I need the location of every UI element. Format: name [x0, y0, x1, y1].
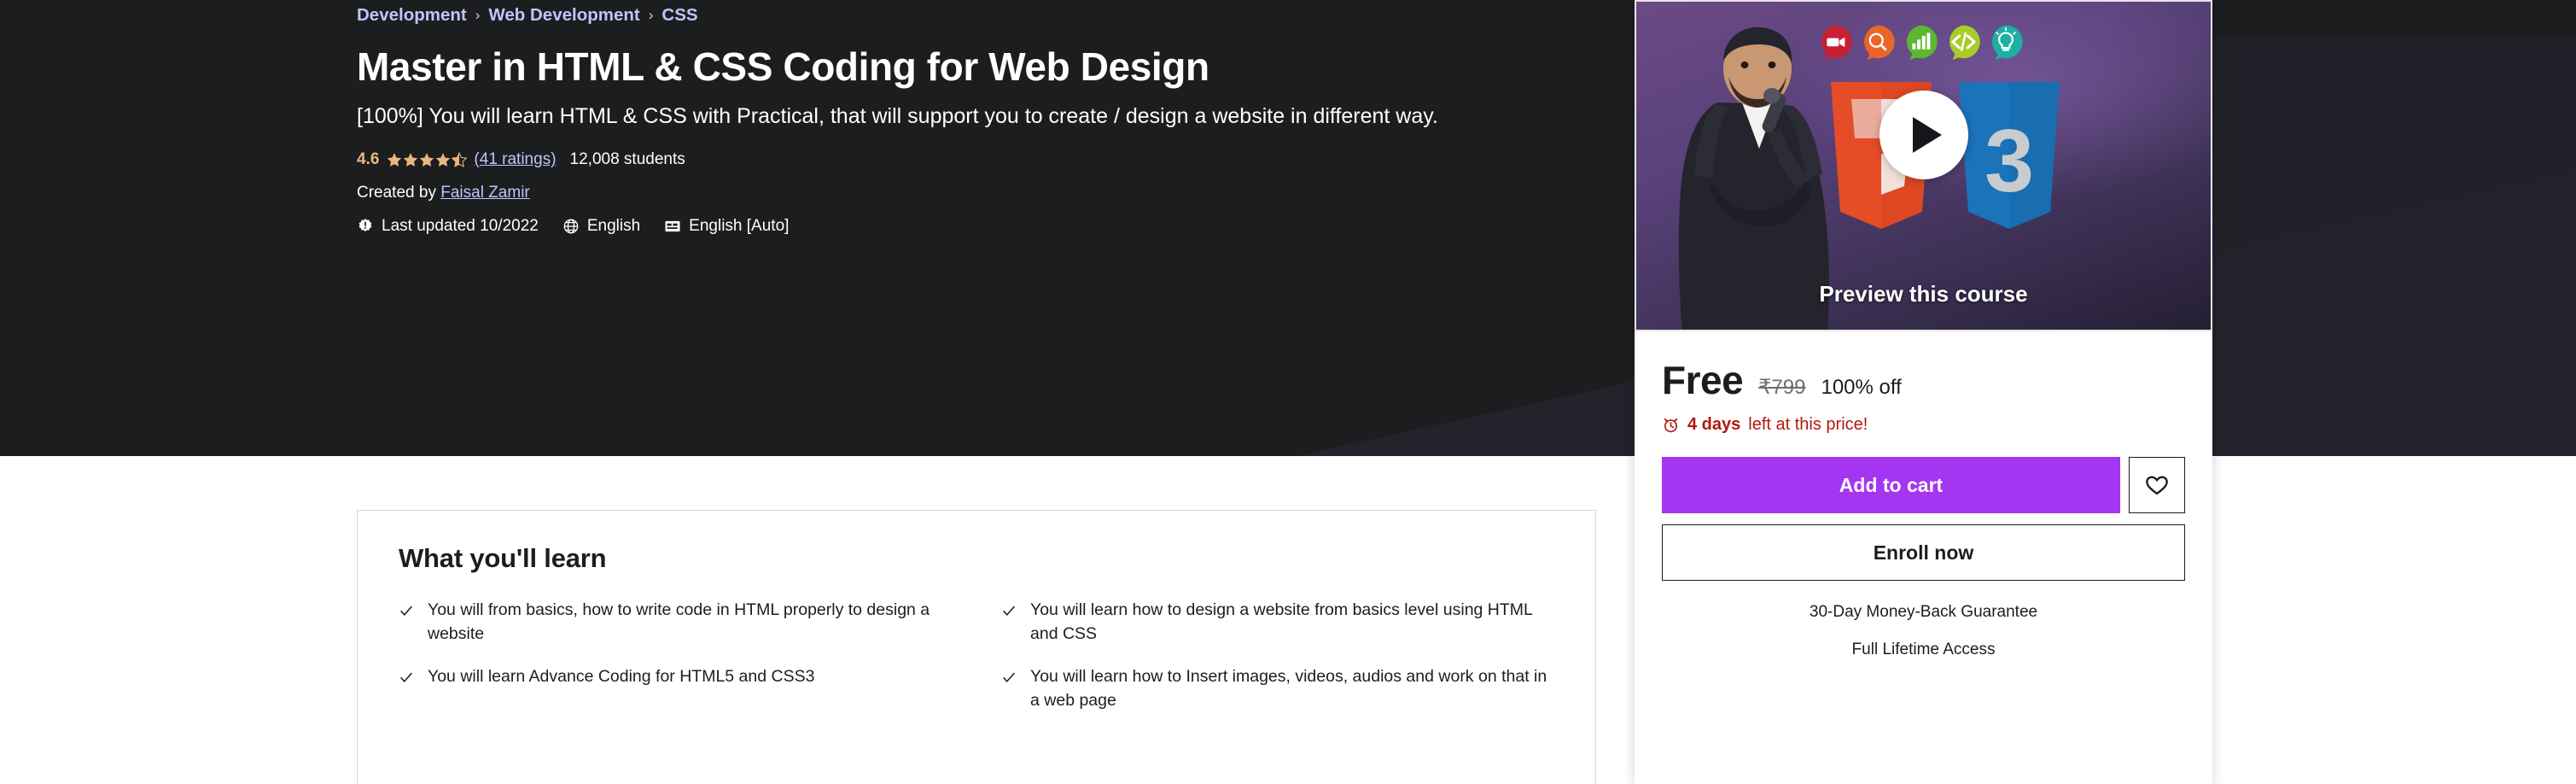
ratings-count-link[interactable]: (41 ratings): [474, 150, 556, 169]
play-triangle-icon: [1913, 117, 1942, 153]
meta-last-updated: Last updated 10/2022: [357, 217, 539, 236]
star-icon: [420, 152, 434, 167]
urgency-text: left at this price!: [1748, 415, 1868, 434]
learn-item-text: You will from basics, how to write code …: [428, 600, 930, 644]
what-you-will-learn-heading: What you'll learn: [399, 543, 607, 573]
breadcrumb-item-web-development[interactable]: Web Development: [488, 5, 639, 26]
students-count: 12,008 students: [569, 149, 685, 168]
meta-captions: English [Auto]: [664, 217, 789, 236]
course-landing-page: Development › Web Development › CSS Mast…: [0, 0, 2576, 784]
purchase-card: 3 Preview this course Free ₹799 100% off: [1635, 0, 2212, 784]
lightbulb-bubble-icon: [1992, 25, 2023, 60]
check-icon: [400, 606, 412, 617]
star-icon: [388, 152, 402, 167]
rating-value: 4.6: [357, 149, 380, 168]
bar-chart-bubble-icon: [1907, 25, 1938, 60]
wishlist-button[interactable]: [2129, 457, 2185, 513]
learn-items-grid: You will from basics, how to write code …: [399, 598, 1554, 712]
breadcrumb-item-development[interactable]: Development: [357, 5, 467, 26]
half-star-icon: [452, 151, 468, 167]
meta-language: English: [562, 217, 640, 236]
check-icon: [1003, 672, 1015, 683]
lifetime-access-label: Full Lifetime Access: [1851, 641, 1996, 658]
learn-item: You will learn how to Insert images, vid…: [1001, 664, 1554, 712]
course-preview-video[interactable]: 3 Preview this course: [1635, 0, 2212, 331]
breadcrumb-separator: ›: [648, 6, 654, 23]
preview-bubble-icons: [1817, 24, 2024, 60]
video-camera-bubble-icon: [1821, 25, 1852, 60]
learn-item-text: You will learn how to design a website f…: [1030, 600, 1533, 644]
alarm-clock-icon: [1664, 418, 1678, 433]
star-icon: [404, 152, 418, 167]
preview-label: Preview this course: [1819, 281, 2028, 307]
money-back-guarantee: 30-Day Money-Back Guarantee: [1809, 603, 2038, 621]
price-urgency: 4 days left at this price!: [1662, 415, 2185, 435]
learn-item: You will learn Advance Coding for HTML5 …: [399, 664, 952, 712]
learn-item-text: You will learn Advance Coding for HTML5 …: [428, 667, 815, 687]
play-button[interactable]: [1879, 91, 1968, 179]
course-subtitle: [100%] You will learn HTML & CSS with Pr…: [357, 104, 1438, 129]
course-meta-row: Last updated 10/2022 English English [Au…: [357, 217, 1611, 236]
price-row: Free ₹799 100% off: [1662, 357, 2185, 403]
star-rating: [387, 151, 468, 167]
enroll-now-button[interactable]: Enroll now: [1662, 524, 2185, 581]
heart-icon: [2146, 476, 2168, 495]
badge-alert-icon: [358, 218, 372, 231]
urgency-days: 4 days: [1687, 415, 1741, 434]
created-by-label: Created by: [357, 183, 436, 202]
price-discount: 100% off: [1821, 376, 1902, 399]
magnifier-bubble-icon: [1864, 25, 1895, 60]
code-brackets-bubble-icon: [1949, 25, 1980, 60]
breadcrumb-item-css[interactable]: CSS: [661, 5, 697, 26]
meta-language-label: English: [586, 216, 641, 235]
created-by-row: Created by Faisal Zamir: [357, 184, 1611, 202]
add-to-cart-button[interactable]: Add to cart: [1662, 457, 2120, 513]
meta-last-updated-label: Last updated 10/2022: [382, 216, 539, 235]
star-icon: [436, 152, 451, 167]
price-original: ₹799: [1758, 376, 1806, 399]
learn-item: You will learn how to design a website f…: [1001, 598, 1554, 646]
instructor-link[interactable]: Faisal Zamir: [440, 184, 530, 202]
css3-logo: 3: [1959, 82, 2060, 229]
learn-item-text: You will learn how to Insert images, vid…: [1030, 667, 1547, 711]
closed-caption-icon: [665, 220, 680, 232]
learn-item: You will from basics, how to write code …: [399, 598, 952, 646]
what-you-will-learn-section: What you'll learn You will from basics, …: [357, 510, 1596, 784]
cta-row: Add to cart: [1662, 457, 2185, 513]
course-title: Master in HTML & CSS Coding for Web Desi…: [357, 44, 1209, 89]
check-icon: [1003, 606, 1015, 617]
price-current: Free: [1662, 358, 1744, 402]
check-icon: [400, 672, 412, 683]
rating-row: 4.6 (41 ratings) 12,008 students: [357, 150, 1611, 169]
breadcrumb: Development › Web Development › CSS: [357, 0, 1611, 29]
breadcrumb-separator: ›: [475, 6, 481, 23]
globe-icon: [563, 219, 579, 234]
meta-captions-label: English [Auto]: [689, 216, 790, 235]
svg-text:3: 3: [1984, 112, 2034, 211]
